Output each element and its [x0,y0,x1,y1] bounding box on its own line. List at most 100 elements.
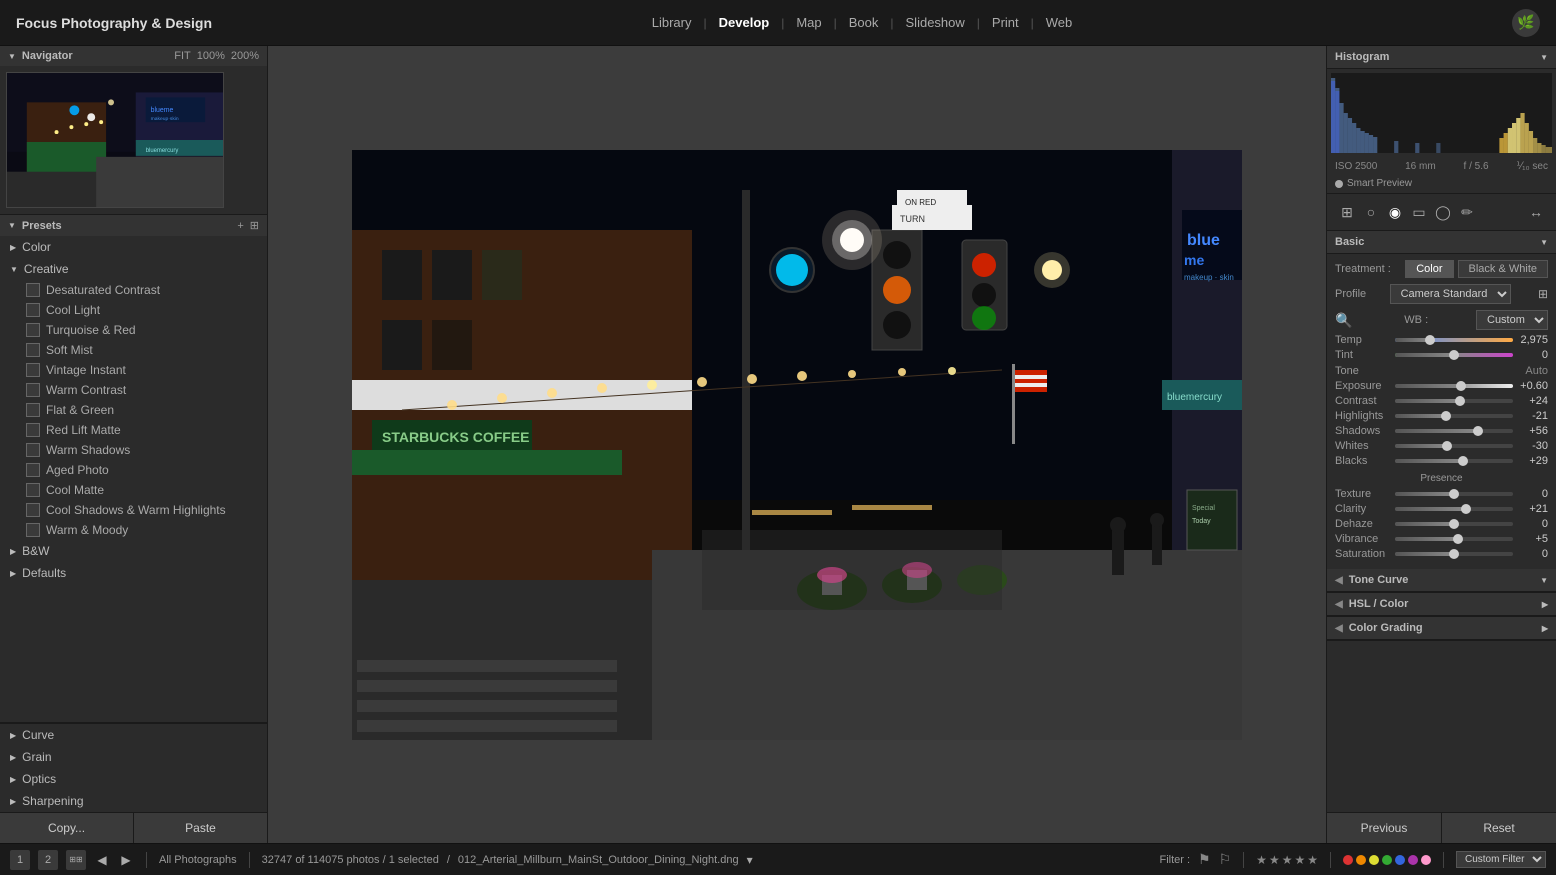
highlights-slider-track[interactable] [1395,414,1513,418]
whites-thumb[interactable] [1442,441,1452,451]
saturation-value[interactable]: 0 [1513,548,1548,560]
contrast-slider-track[interactable] [1395,399,1513,403]
view-grid-btn[interactable]: 2 [38,850,58,870]
profile-select[interactable]: Camera Standard [1390,284,1511,304]
nav-library[interactable]: Library [644,11,700,34]
nav-map[interactable]: Map [788,11,829,34]
color-label-green[interactable] [1382,855,1392,865]
hsl-header[interactable]: ◀ HSL / Color ▶ [1327,593,1556,616]
identity-plate-icon[interactable]: 🌿 [1512,9,1540,37]
dehaze-value[interactable]: 0 [1513,518,1548,530]
shadows-slider-track[interactable] [1395,429,1513,433]
preset-item-vintage[interactable]: Vintage Instant [0,360,267,380]
clarity-slider-track[interactable] [1395,507,1513,511]
tint-thumb[interactable] [1449,350,1459,360]
temp-slider-track[interactable] [1395,338,1513,342]
whites-value[interactable]: -30 [1513,440,1548,452]
color-label-red[interactable] [1343,855,1353,865]
navigator-header[interactable]: ▼ Navigator FIT 100% 200% [0,46,267,66]
tint-slider-track[interactable] [1395,353,1513,357]
nav-zoom1[interactable]: 100% [197,50,225,62]
curve-header[interactable]: ▶ Curve [0,724,267,746]
preset-item-redlift[interactable]: Red Lift Matte [0,420,267,440]
preset-item-cool-shadows[interactable]: Cool Shadows & Warm Highlights [0,500,267,520]
contrast-thumb[interactable] [1455,396,1465,406]
dehaze-thumb[interactable] [1449,519,1459,529]
graduated-filter-tool[interactable]: ▭ [1407,200,1431,224]
whites-slider-track[interactable] [1395,444,1513,448]
star-3[interactable]: ★ [1282,853,1293,867]
preset-item-warm-contrast[interactable]: Warm Contrast [0,380,267,400]
exposure-thumb[interactable] [1456,381,1466,391]
vibrance-value[interactable]: +5 [1513,533,1548,545]
clarity-thumb[interactable] [1461,504,1471,514]
preset-item-flat-green[interactable]: Flat & Green [0,400,267,420]
view-compare-btn[interactable]: ⊞⊞ [66,850,86,870]
vibrance-slider-track[interactable] [1395,537,1513,541]
vibrance-thumb[interactable] [1453,534,1463,544]
texture-thumb[interactable] [1449,489,1459,499]
tint-value[interactable]: 0 [1513,349,1548,361]
saturation-slider-track[interactable] [1395,552,1513,556]
flag-icon[interactable]: ⚑ [1198,851,1211,868]
star-1[interactable]: ★ [1256,853,1267,867]
contrast-value[interactable]: +24 [1513,395,1548,407]
nav-slideshow[interactable]: Slideshow [898,11,973,34]
grain-header[interactable]: ▶ Grain [0,746,267,768]
preset-item-coollicht[interactable]: Cool Light [0,300,267,320]
previous-button[interactable]: Previous [1327,813,1441,843]
custom-filter-select[interactable]: Custom Filter [1456,851,1546,868]
highlights-value[interactable]: -21 [1513,410,1548,422]
basic-section-header[interactable]: Basic ▼ [1327,231,1556,254]
nav-fit[interactable]: FIT [174,50,191,62]
color-label-blue[interactable] [1395,855,1405,865]
temp-value[interactable]: 2,975 [1513,334,1548,346]
preset-item-warm-shadows[interactable]: Warm Shadows [0,440,267,460]
reset-button[interactable]: Reset [1442,813,1556,843]
copy-button[interactable]: Copy... [0,813,133,843]
color-treatment-btn[interactable]: Color [1405,260,1453,278]
preset-section-bw-header[interactable]: ▶ B&W [0,540,267,562]
redeye-tool[interactable]: ◉ [1383,200,1407,224]
preset-item-softmist[interactable]: Soft Mist [0,340,267,360]
tone-curve-header[interactable]: ◀ Tone Curve ▼ [1327,569,1556,592]
shadows-value[interactable]: +56 [1513,425,1548,437]
texture-slider-track[interactable] [1395,492,1513,496]
color-label-yellow[interactable] [1369,855,1379,865]
dehaze-slider-track[interactable] [1395,522,1513,526]
presets-grid-icon[interactable]: ⊞ [250,219,259,232]
blacks-thumb[interactable] [1458,456,1468,466]
color-grading-header[interactable]: ◀ Color Grading ▶ [1327,617,1556,640]
preset-item-cool-matte[interactable]: Cool Matte [0,480,267,500]
sharpening-header[interactable]: ▶ Sharpening [0,790,267,812]
presets-add-icon[interactable]: + [237,220,243,232]
before-after-toggle[interactable]: ↔ [1524,200,1548,224]
prev-photo-btn[interactable]: ◀ [94,852,110,868]
nav-web[interactable]: Web [1038,11,1081,34]
presets-header[interactable]: ▼ Presets + ⊞ [0,215,267,236]
color-label-pink[interactable] [1421,855,1431,865]
texture-value[interactable]: 0 [1513,488,1548,500]
highlights-thumb[interactable] [1441,411,1451,421]
exposure-slider-track[interactable] [1395,384,1513,388]
nav-book[interactable]: Book [841,11,887,34]
preset-item-aged[interactable]: Aged Photo [0,460,267,480]
shadows-thumb[interactable] [1473,426,1483,436]
exposure-value[interactable]: +0.60 [1513,380,1548,392]
color-label-purple[interactable] [1408,855,1418,865]
preset-item-desaturated[interactable]: Desaturated Contrast [0,280,267,300]
spot-removal-tool[interactable]: ○ [1359,200,1383,224]
star-4[interactable]: ★ [1294,853,1305,867]
preset-section-color-header[interactable]: ▶ Color [0,236,267,258]
optics-header[interactable]: ▶ Optics [0,768,267,790]
nav-zoom2[interactable]: 200% [231,50,259,62]
histogram-header[interactable]: Histogram ▼ [1327,46,1556,69]
nav-print[interactable]: Print [984,11,1027,34]
preset-section-defaults-header[interactable]: ▶ Defaults [0,562,267,584]
filename-dropdown[interactable]: ▾ [747,853,753,867]
crop-tool[interactable]: ⊞ [1335,200,1359,224]
temp-thumb[interactable] [1425,335,1435,345]
color-label-orange[interactable] [1356,855,1366,865]
adjustment-brush-tool[interactable]: ✏ [1455,200,1479,224]
blacks-slider-track[interactable] [1395,459,1513,463]
